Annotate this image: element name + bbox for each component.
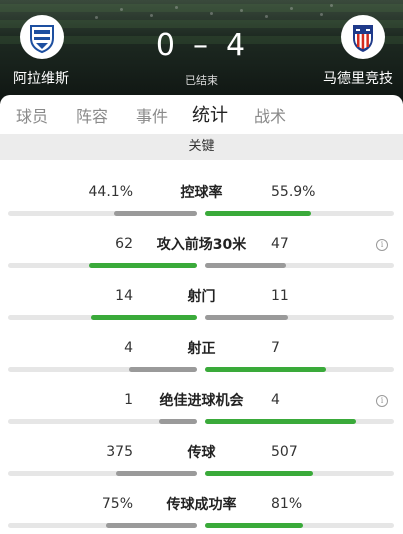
- stat-row: 44.1% 控球率 55.9%: [0, 170, 403, 222]
- stat-row: 375 传球 507: [0, 430, 403, 482]
- away-bar-fill: [205, 211, 311, 216]
- home-bar-track: [8, 419, 197, 424]
- crowd-dot: [175, 6, 178, 9]
- stat-row: 62 攻入前场30米 47 i: [0, 222, 403, 274]
- home-bar-fill: [128, 367, 197, 372]
- home-score: 0: [155, 28, 177, 63]
- stat-label: 射门: [187, 289, 216, 305]
- crowd-dot: [95, 16, 98, 19]
- away-bar-track: [205, 367, 394, 372]
- scoreline: 0–4: [0, 28, 403, 63]
- home-bar-track: [8, 471, 197, 476]
- stat-label: 控球率: [180, 185, 223, 201]
- stat-row: 1 绝佳进球机会 4 i: [0, 378, 403, 430]
- stat-away-value: 4: [271, 392, 280, 408]
- stat-label: 传球成功率: [166, 497, 237, 513]
- home-bar-fill: [89, 263, 197, 268]
- away-bar-track: [205, 419, 394, 424]
- tab-bar: 球员 阵容 事件 统计 战术: [0, 95, 403, 133]
- score-separator: –: [193, 28, 210, 63]
- away-bar-fill: [205, 315, 289, 320]
- crowd-dot: [120, 8, 123, 11]
- away-bar-fill: [205, 523, 304, 528]
- stat-row: 4 射正 7: [0, 326, 403, 378]
- tab-tactics[interactable]: 战术: [254, 103, 286, 127]
- crowd-dot: [320, 13, 323, 16]
- home-bar-fill: [106, 523, 197, 528]
- away-bar-track: [205, 315, 394, 320]
- tab-events[interactable]: 事件: [136, 103, 168, 127]
- home-bar-track: [8, 263, 197, 268]
- away-bar-track: [205, 263, 394, 268]
- stat-away-value: 81%: [271, 496, 303, 512]
- stat-away-value: 55.9%: [271, 184, 316, 200]
- tab-players[interactable]: 球员: [16, 103, 48, 127]
- home-bar-fill: [115, 471, 197, 476]
- pitch-stripe: [0, 4, 403, 12]
- stat-away-value: 507: [271, 444, 298, 460]
- crowd-dot: [265, 15, 268, 18]
- tab-lineup[interactable]: 阵容: [76, 103, 108, 127]
- stat-away-value: 47: [271, 236, 289, 252]
- away-bar-track: [205, 523, 394, 528]
- home-bar-fill: [159, 419, 197, 424]
- home-bar-track: [8, 315, 197, 320]
- crowd-dot: [150, 14, 153, 17]
- stat-label: 射正: [187, 341, 216, 357]
- match-status: 已结束: [185, 74, 218, 87]
- stat-away-value: 7: [271, 340, 280, 356]
- info-icon[interactable]: i: [376, 395, 388, 407]
- home-bar-track: [8, 211, 197, 216]
- away-bar-fill: [205, 419, 357, 424]
- home-bar-track: [8, 523, 197, 528]
- crowd-dot: [210, 12, 213, 15]
- stat-label: 攻入前场30米: [156, 237, 247, 253]
- away-bar-fill: [205, 367, 326, 372]
- away-bar-fill: [205, 471, 313, 476]
- crowd-dot: [290, 7, 293, 10]
- home-bar-fill: [91, 315, 197, 320]
- match-header: 阿拉维斯 马德里竞技 0–4 已结束: [0, 0, 403, 104]
- away-bar-track: [205, 211, 394, 216]
- away-score: 4: [226, 28, 248, 63]
- home-bar-track: [8, 367, 197, 372]
- away-bar-track: [205, 471, 394, 476]
- crowd-dot: [330, 4, 333, 7]
- stat-row: 14 射门 11: [0, 274, 403, 326]
- home-bar-fill: [113, 211, 197, 216]
- stat-away-value: 11: [271, 288, 289, 304]
- away-bar-fill: [205, 263, 287, 268]
- tab-stats[interactable]: 统计: [192, 101, 228, 127]
- stat-row: 75% 传球成功率 81%: [0, 482, 403, 534]
- crowd-dot: [240, 9, 243, 12]
- stat-label: 传球: [187, 445, 216, 461]
- section-key-header: 关键: [0, 134, 403, 160]
- info-icon[interactable]: i: [376, 239, 388, 251]
- stat-label: 绝佳进球机会: [159, 393, 244, 409]
